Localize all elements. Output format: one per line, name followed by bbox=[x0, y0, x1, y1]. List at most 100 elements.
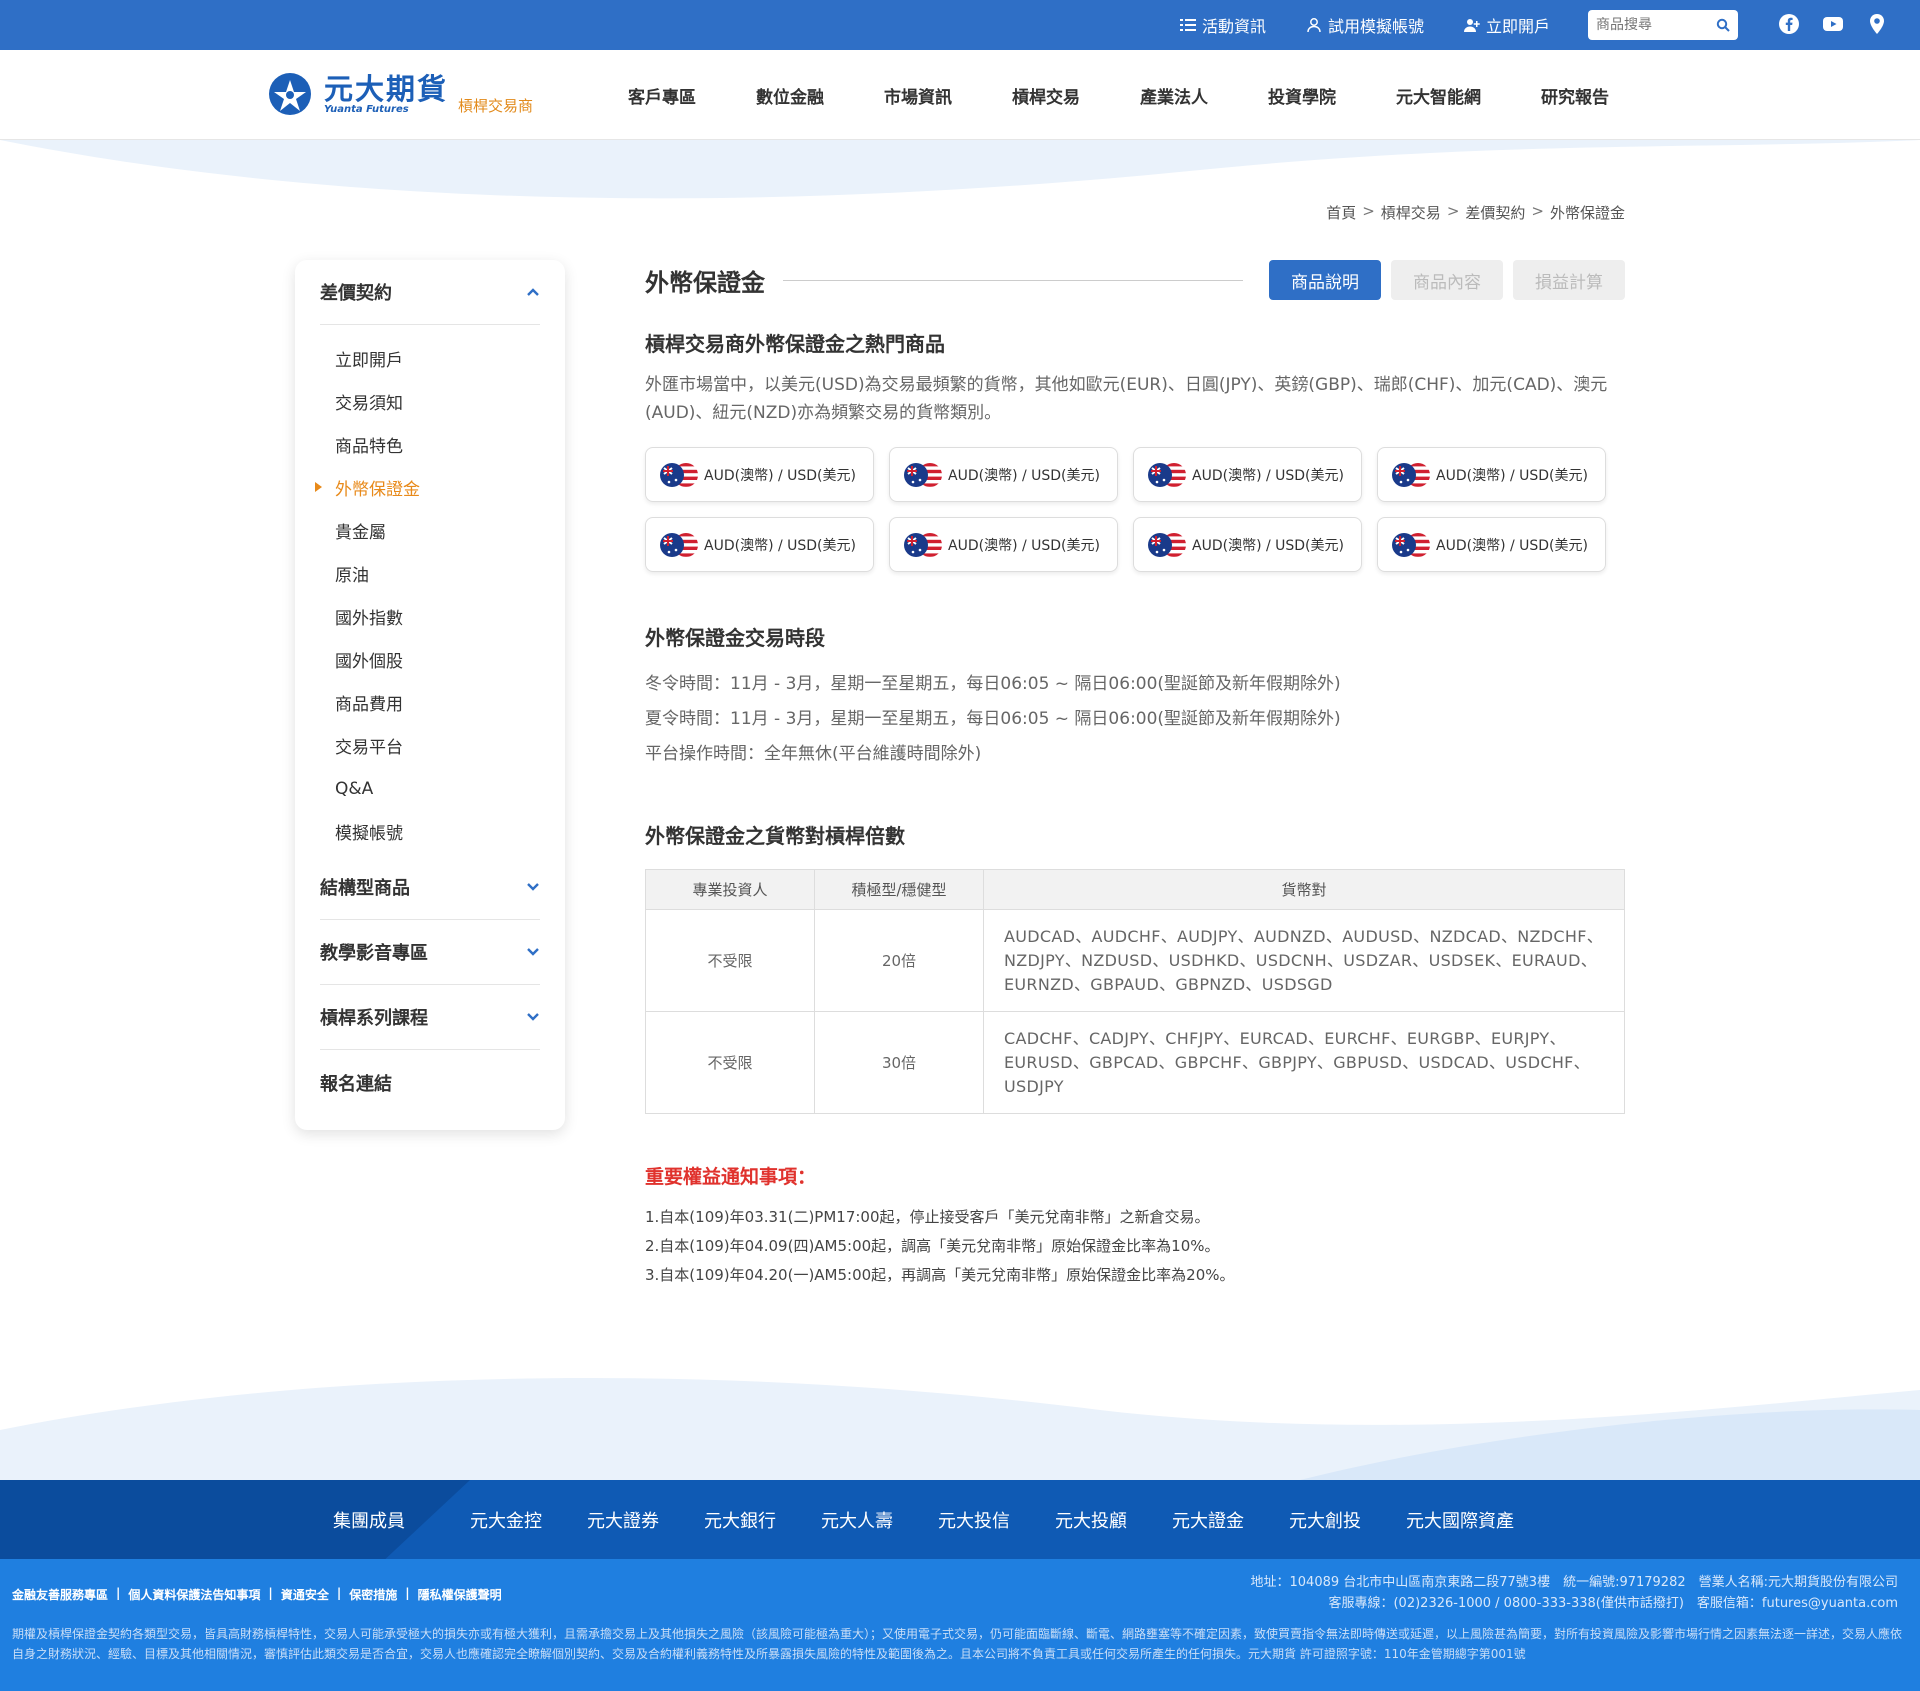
decorative-wave-bottom bbox=[0, 1377, 1920, 1480]
sidebar-submenu: 立即開戶 交易須知 商品特色 外幣保證金 貴金屬 原油 國外指數 國外個股 商品… bbox=[315, 325, 540, 855]
activity-link[interactable]: 活動資訊 bbox=[1179, 13, 1266, 37]
nav-item-market[interactable]: 市場資訊 bbox=[884, 83, 952, 108]
search-icon[interactable] bbox=[1716, 18, 1730, 32]
footer-link[interactable]: 保密措施 bbox=[349, 1586, 397, 1603]
sidebar-item-demo-account[interactable]: 模擬帳號 bbox=[320, 810, 540, 853]
aud-usd-flags-icon bbox=[904, 462, 942, 487]
aud-usd-flags-icon bbox=[1148, 532, 1186, 557]
group-link[interactable]: 元大金控 bbox=[470, 1507, 542, 1533]
group-link[interactable]: 元大投信 bbox=[938, 1507, 1010, 1533]
breadcrumb-leverage[interactable]: 槓桿交易 bbox=[1381, 202, 1441, 223]
sidebar-section-video[interactable]: 教學影音專區 bbox=[320, 920, 540, 985]
sidebar-item-qa[interactable]: Q&A bbox=[320, 767, 540, 810]
winter-hours: 冬令時間：11月 - 3月，星期一至星期五，每日06:05 ~ 隔日06:00(… bbox=[645, 674, 1341, 694]
aud-usd-flags-icon bbox=[904, 532, 942, 557]
sidebar-item-precious-metals[interactable]: 貴金屬 bbox=[320, 509, 540, 552]
tab-pnl-calculator[interactable]: 損益計算 bbox=[1513, 260, 1625, 300]
nav-item-digital[interactable]: 數位金融 bbox=[756, 83, 824, 108]
breadcrumb-home[interactable]: 首頁 bbox=[1326, 202, 1356, 223]
sidebar-item-open-account[interactable]: 立即開戶 bbox=[320, 337, 540, 380]
notice-item: 1.自本(109)年03.31(二)PM17:00起，停止接受客戶「美元兌南非幣… bbox=[645, 1208, 1210, 1226]
group-link[interactable]: 元大人壽 bbox=[821, 1507, 893, 1533]
sidebar-section-signup[interactable]: 報名連結 bbox=[320, 1050, 540, 1115]
currency-pair-label: AUD(澳幣) / USD(美元) bbox=[1436, 467, 1588, 484]
currency-pair-label: AUD(澳幣) / USD(美元) bbox=[1436, 537, 1588, 554]
demo-account-link[interactable]: 試用模擬帳號 bbox=[1306, 13, 1424, 37]
open-account-link[interactable]: 立即開戶 bbox=[1463, 13, 1550, 37]
sidebar-item-crude-oil[interactable]: 原油 bbox=[320, 552, 540, 595]
column-header: 專業投資人 bbox=[645, 869, 815, 910]
nav-item-research[interactable]: 研究報告 bbox=[1541, 83, 1609, 108]
leverage-heading: 外幣保證金之貨幣對槓桿倍數 bbox=[645, 824, 905, 848]
sidebar-item-features[interactable]: 商品特色 bbox=[320, 423, 540, 466]
nav-item-customer[interactable]: 客戶專區 bbox=[628, 83, 696, 108]
nav-item-industry[interactable]: 產業法人 bbox=[1140, 83, 1208, 108]
footer-link-separator: | bbox=[336, 1586, 342, 1600]
currency-pair-card[interactable]: AUD(澳幣) / USD(美元) bbox=[1377, 447, 1606, 502]
nav-item-academy[interactable]: 投資學院 bbox=[1268, 83, 1336, 108]
group-link[interactable]: 元大國際資產 bbox=[1406, 1507, 1514, 1533]
yuanta-logo-icon bbox=[269, 73, 311, 115]
sidebar-section-structured[interactable]: 結構型商品 bbox=[320, 855, 540, 920]
footer-link[interactable]: 個人資料保護法告知事項 bbox=[128, 1586, 260, 1603]
page-title: 外幣保證金 bbox=[645, 268, 765, 297]
group-link[interactable]: 元大創投 bbox=[1289, 1507, 1361, 1533]
currency-pair-card[interactable]: AUD(澳幣) / USD(美元) bbox=[1133, 517, 1362, 572]
currency-pair-card[interactable]: AUD(澳幣) / USD(美元) bbox=[645, 447, 874, 502]
footer-link[interactable]: 金融友善服務專區 bbox=[12, 1586, 108, 1603]
trading-hours-heading: 外幣保證金交易時段 bbox=[645, 626, 825, 650]
group-link[interactable]: 元大證券 bbox=[587, 1507, 659, 1533]
sidebar-item-foreign-index[interactable]: 國外指數 bbox=[320, 595, 540, 638]
group-link[interactable]: 元大銀行 bbox=[704, 1507, 776, 1533]
title-divider bbox=[783, 279, 1243, 281]
sidebar-item-trading-notes[interactable]: 交易須知 bbox=[320, 380, 540, 423]
logo-name: 元大期貨 bbox=[324, 71, 449, 106]
currency-pair-card[interactable]: AUD(澳幣) / USD(美元) bbox=[889, 517, 1118, 572]
currency-pair-card[interactable]: AUD(澳幣) / USD(美元) bbox=[645, 517, 874, 572]
table-row: 不受限 20倍 AUDCAD、AUDCHF、AUDJPY、AUDNZD、AUDU… bbox=[645, 909, 1625, 1012]
currency-pair-label: AUD(澳幣) / USD(美元) bbox=[1192, 537, 1344, 554]
sidebar-item-fees[interactable]: 商品費用 bbox=[320, 681, 540, 724]
sidebar-section-label: 結構型商品 bbox=[320, 878, 410, 899]
nav-item-leverage[interactable]: 槓桿交易 bbox=[1012, 83, 1080, 108]
breadcrumb-separator: > bbox=[1362, 202, 1375, 220]
top-utility-bar: 活動資訊 試用模擬帳號 立即開戶 bbox=[0, 0, 1920, 50]
title-row: 外幣保證金 商品說明 商品內容 損益計算 bbox=[645, 260, 1625, 300]
group-link[interactable]: 元大投顧 bbox=[1055, 1507, 1127, 1533]
social-links bbox=[1778, 13, 1888, 35]
currency-pair-card[interactable]: AUD(澳幣) / USD(美元) bbox=[1377, 517, 1606, 572]
currency-pair-card[interactable]: AUD(澳幣) / USD(美元) bbox=[889, 447, 1118, 502]
hot-products-description: 外匯市場當中，以美元(USD)為交易最頻繁的貨幣，其他如歐元(EUR)、日圓(J… bbox=[645, 375, 1608, 423]
sidebar-section-label: 差價契約 bbox=[320, 283, 392, 304]
sidebar-item-platform[interactable]: 交易平台 bbox=[320, 724, 540, 767]
group-label: 集團成員 bbox=[333, 1510, 405, 1532]
sidebar-section-courses[interactable]: 槓桿系列課程 bbox=[320, 985, 540, 1050]
breadcrumb-cfd[interactable]: 差價契約 bbox=[1465, 202, 1525, 223]
footer-links: 金融友善服務專區 | 個人資料保護法告知事項 | 資通安全 | 保密措施 | 隱… bbox=[12, 1586, 502, 1603]
user-plus-icon bbox=[1463, 19, 1480, 32]
nav-item-smart[interactable]: 元大智能網 bbox=[1396, 83, 1481, 108]
footer-contact: 地址：104089 台北市中山區南京東路二段77號3樓 統一編號:9717928… bbox=[1251, 1572, 1899, 1614]
tab-product-description[interactable]: 商品說明 bbox=[1269, 260, 1381, 300]
sidebar-item-forex-margin[interactable]: 外幣保證金 bbox=[315, 466, 540, 509]
sidebar-item-foreign-stocks[interactable]: 國外個股 bbox=[320, 638, 540, 681]
currency-pair-card[interactable]: AUD(澳幣) / USD(美元) bbox=[1133, 447, 1362, 502]
group-link[interactable]: 元大證金 bbox=[1172, 1507, 1244, 1533]
logo-text: 元大期貨 Yuanta Futures bbox=[324, 74, 448, 115]
footer-link[interactable]: 隱私權保護聲明 bbox=[418, 1586, 502, 1603]
footer-link[interactable]: 資通安全 bbox=[281, 1586, 329, 1603]
youtube-icon[interactable] bbox=[1822, 13, 1844, 35]
leverage-table: 專業投資人 積極型/穩健型 貨幣對 不受限 20倍 AUDCAD、AUDCHF、… bbox=[645, 869, 1625, 1114]
breadcrumb-current: 外幣保證金 bbox=[1549, 204, 1625, 222]
main-header: 元大期貨 Yuanta Futures 槓桿交易商 客戶專區 數位金融 市場資訊… bbox=[0, 50, 1920, 140]
notice-list: 1.自本(109)年03.31(二)PM17:00起，停止接受客戶「美元兌南非幣… bbox=[645, 1203, 1625, 1290]
open-account-label: 立即開戶 bbox=[1485, 17, 1550, 36]
search-input[interactable] bbox=[1596, 17, 1706, 33]
location-pin-icon[interactable] bbox=[1866, 13, 1888, 35]
logo[interactable]: 元大期貨 Yuanta Futures 槓桿交易商 bbox=[268, 72, 533, 116]
facebook-icon[interactable] bbox=[1778, 13, 1800, 35]
tab-product-content[interactable]: 商品內容 bbox=[1391, 260, 1503, 300]
table-cell: 20倍 bbox=[814, 909, 984, 1012]
important-notice-heading: 重要權益通知事項： bbox=[645, 1166, 817, 1188]
sidebar-section-cfd[interactable]: 差價契約 bbox=[320, 260, 540, 325]
